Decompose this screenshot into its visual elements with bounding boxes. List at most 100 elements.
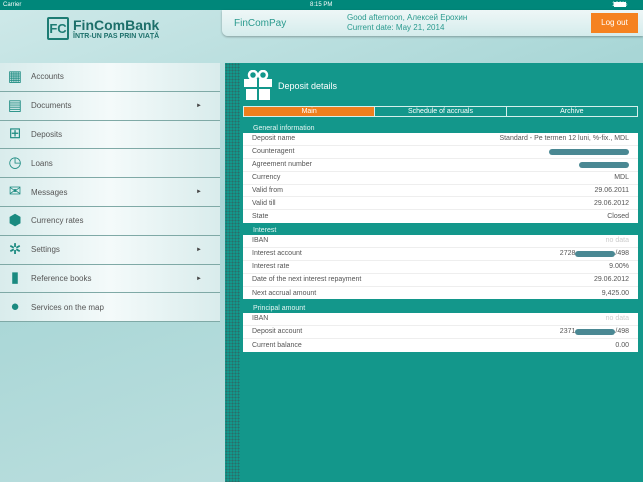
tab-main[interactable]: Main — [244, 107, 376, 116]
document-icon: ▤ — [7, 96, 23, 114]
row-label: Date of the next interest repayment — [252, 276, 362, 284]
envelope-icon: ✉ — [8, 183, 22, 201]
row-value-wrap: no data — [606, 315, 629, 322]
tab-schedule-of-accruals[interactable]: Schedule of accruals — [375, 107, 507, 116]
sidebar-item-label: Accounts — [31, 72, 64, 82]
row-value-wrap: 0.00 — [615, 342, 629, 349]
row-value: no data — [605, 315, 629, 323]
redacted-value — [575, 328, 616, 335]
sidebar-item-reference-books[interactable]: ▮ Reference books ► — [0, 264, 220, 294]
row-value-wrap: no data — [606, 237, 629, 244]
detail-row: State Closed — [243, 210, 638, 223]
row-value-wrap: 2728/498 — [560, 250, 629, 257]
header-bar: FinComPay Good afternoon, Алексей Ерохин… — [222, 10, 643, 36]
sidebar-item-currency-rates[interactable]: ⬢ Currency rates — [0, 206, 220, 236]
detail-row: Deposit name Standard - Pe termen 12 luni… — [243, 133, 638, 146]
status-bar: Carrier 8:15 PM 100% — [0, 0, 643, 10]
page-title: Deposit details — [278, 81, 338, 91]
sidebar-item-label: Settings — [31, 245, 60, 255]
detail-row: Agreement number — [243, 159, 638, 172]
tab-archive[interactable]: Archive — [507, 107, 637, 116]
clock-icon: ◷ — [8, 154, 22, 172]
row-label: Current balance — [252, 341, 302, 349]
row-value-wrap: Standard - Pe termen 12 luni, %-fix., MD… — [499, 135, 629, 142]
logout-button[interactable]: Log out — [591, 13, 638, 33]
sidebar-item-documents[interactable]: ▤ Documents ► — [0, 91, 220, 121]
row-value-wrap: 9.00% — [609, 263, 629, 270]
sidebar-item-accounts[interactable]: ▦ Accounts — [0, 63, 220, 92]
detail-row: Interest account 2728/498 — [243, 248, 638, 261]
globe-icon: ● — [10, 298, 20, 316]
detail-row: Deposit account 2371/498 — [243, 326, 638, 339]
row-value-wrap: 29.06.2011 — [594, 187, 629, 194]
row-value: MDL — [614, 174, 629, 182]
section-general-label: General information — [253, 125, 315, 132]
sidebar-item-label: Documents — [31, 101, 72, 111]
row-value: Standard - Pe termen 12 luni, %-fix., MD… — [499, 135, 629, 143]
logo: FC FinComBank ÎNTR-UN PAS PRIN VIAȚĂ — [47, 17, 167, 43]
row-label: Interest rate — [252, 263, 290, 271]
row-label: Counteragent — [252, 148, 295, 156]
section-principal-label: Principal amount — [253, 305, 306, 312]
row-value: 9.00% — [609, 263, 629, 271]
detail-row: Valid from 29.06.2011 — [243, 185, 638, 198]
row-label: Deposit name — [252, 135, 296, 143]
detail-row: Interest rate 9.00% — [243, 261, 638, 274]
row-label: Valid till — [252, 199, 276, 207]
current-date: Current date: May 21, 2014 — [347, 23, 445, 32]
principal-box: IBAN no data Deposit account 2371/498 Curren… — [243, 313, 638, 352]
sidebar-item-label: Messages — [31, 187, 68, 197]
sidebar: ▦ Accounts ▤ Documents ► ⊞ Deposits ◷ Loans ✉ Mess… — [0, 63, 220, 323]
sidebar-item-messages[interactable]: ✉ Messages ► — [0, 178, 220, 207]
greeting-text: Good afternoon, Алексей Ерохин — [347, 13, 468, 22]
row-value-wrap — [579, 161, 629, 168]
sidebar-item-deposits[interactable]: ⊞ Deposits — [0, 120, 220, 150]
logo-tagline: ÎNTR-UN PAS PRIN VIAȚĂ — [73, 33, 160, 40]
battery-level: 100% — [612, 2, 628, 8]
sidebar-item-label: Services on the map — [31, 302, 104, 312]
deposit-details-panel: Deposit details Main Schedule of accrual… — [225, 63, 643, 482]
app-name: FinComPay — [234, 18, 287, 29]
submenu-arrow-icon: ► — [196, 189, 202, 196]
gears-icon: ✲ — [8, 240, 22, 258]
detail-row: Current balance 0.00 — [243, 339, 638, 352]
row-label: Deposit account — [252, 328, 303, 336]
sidebar-item-settings[interactable]: ✲ Settings ► — [0, 235, 220, 265]
row-label: IBAN — [252, 315, 269, 323]
row-value: 29.06.2012 — [593, 276, 629, 284]
sidebar-item-label: Currency rates — [31, 216, 84, 226]
coins-icon: ⬢ — [8, 211, 22, 229]
row-value: 29.06.2012 — [593, 199, 629, 207]
redacted-value — [575, 250, 616, 257]
row-value: 2728 — [559, 250, 576, 258]
row-label: Interest account — [252, 250, 302, 258]
row-value-suffix: /498 — [615, 250, 629, 258]
gift-icon: ⊞ — [8, 125, 22, 143]
gift-icon — [244, 70, 272, 100]
carrier: Carrier — [3, 2, 22, 8]
detail-row: IBAN no data — [243, 235, 638, 248]
row-label: State — [252, 213, 269, 221]
row-label: Currency — [252, 174, 281, 182]
row-label: Valid from — [252, 187, 283, 194]
submenu-arrow-icon: ► — [196, 275, 202, 282]
calculator-icon: ▦ — [7, 67, 23, 85]
row-value-wrap: 29.06.2012 — [594, 276, 629, 283]
battery: 100% — [612, 0, 628, 10]
redacted-value — [579, 161, 629, 168]
row-value-wrap: MDL — [614, 174, 629, 181]
row-value: 2371 — [559, 328, 576, 336]
row-value-wrap: Closed — [607, 213, 629, 220]
sidebar-item-loans[interactable]: ◷ Loans — [0, 149, 220, 179]
sidebar-item-services-on-the-map[interactable]: ● Services on the map — [0, 293, 220, 323]
sidebar-item-label: Deposits — [31, 129, 63, 139]
detail-row: Next accrual amount 9,425.00 — [243, 287, 638, 300]
logo-mark-icon: FC — [47, 17, 69, 40]
row-value: no data — [605, 237, 629, 245]
row-value: Closed — [607, 213, 629, 221]
interest-box: IBAN no data Interest account 2728/498 Inter… — [243, 235, 638, 300]
redacted-value — [549, 148, 629, 155]
panel-edge — [225, 63, 240, 482]
sidebar-item-label: Reference books — [31, 273, 92, 283]
detail-row: Date of the next interest repayment 29.06… — [243, 274, 638, 287]
